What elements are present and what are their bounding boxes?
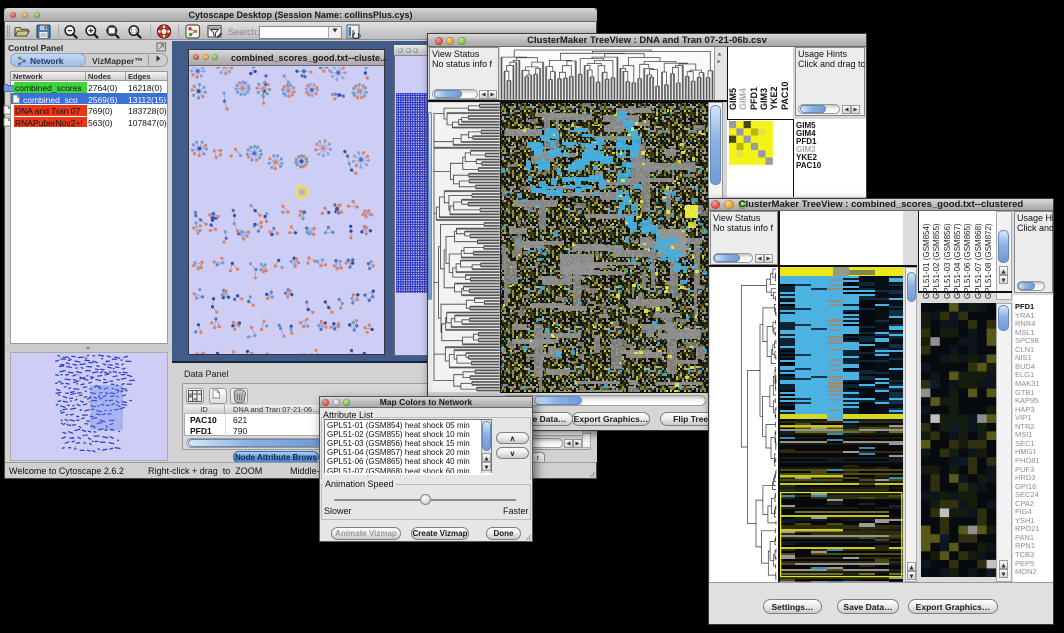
svg-text:b: b	[358, 34, 362, 40]
svg-text:1:1: 1:1	[130, 29, 138, 35]
